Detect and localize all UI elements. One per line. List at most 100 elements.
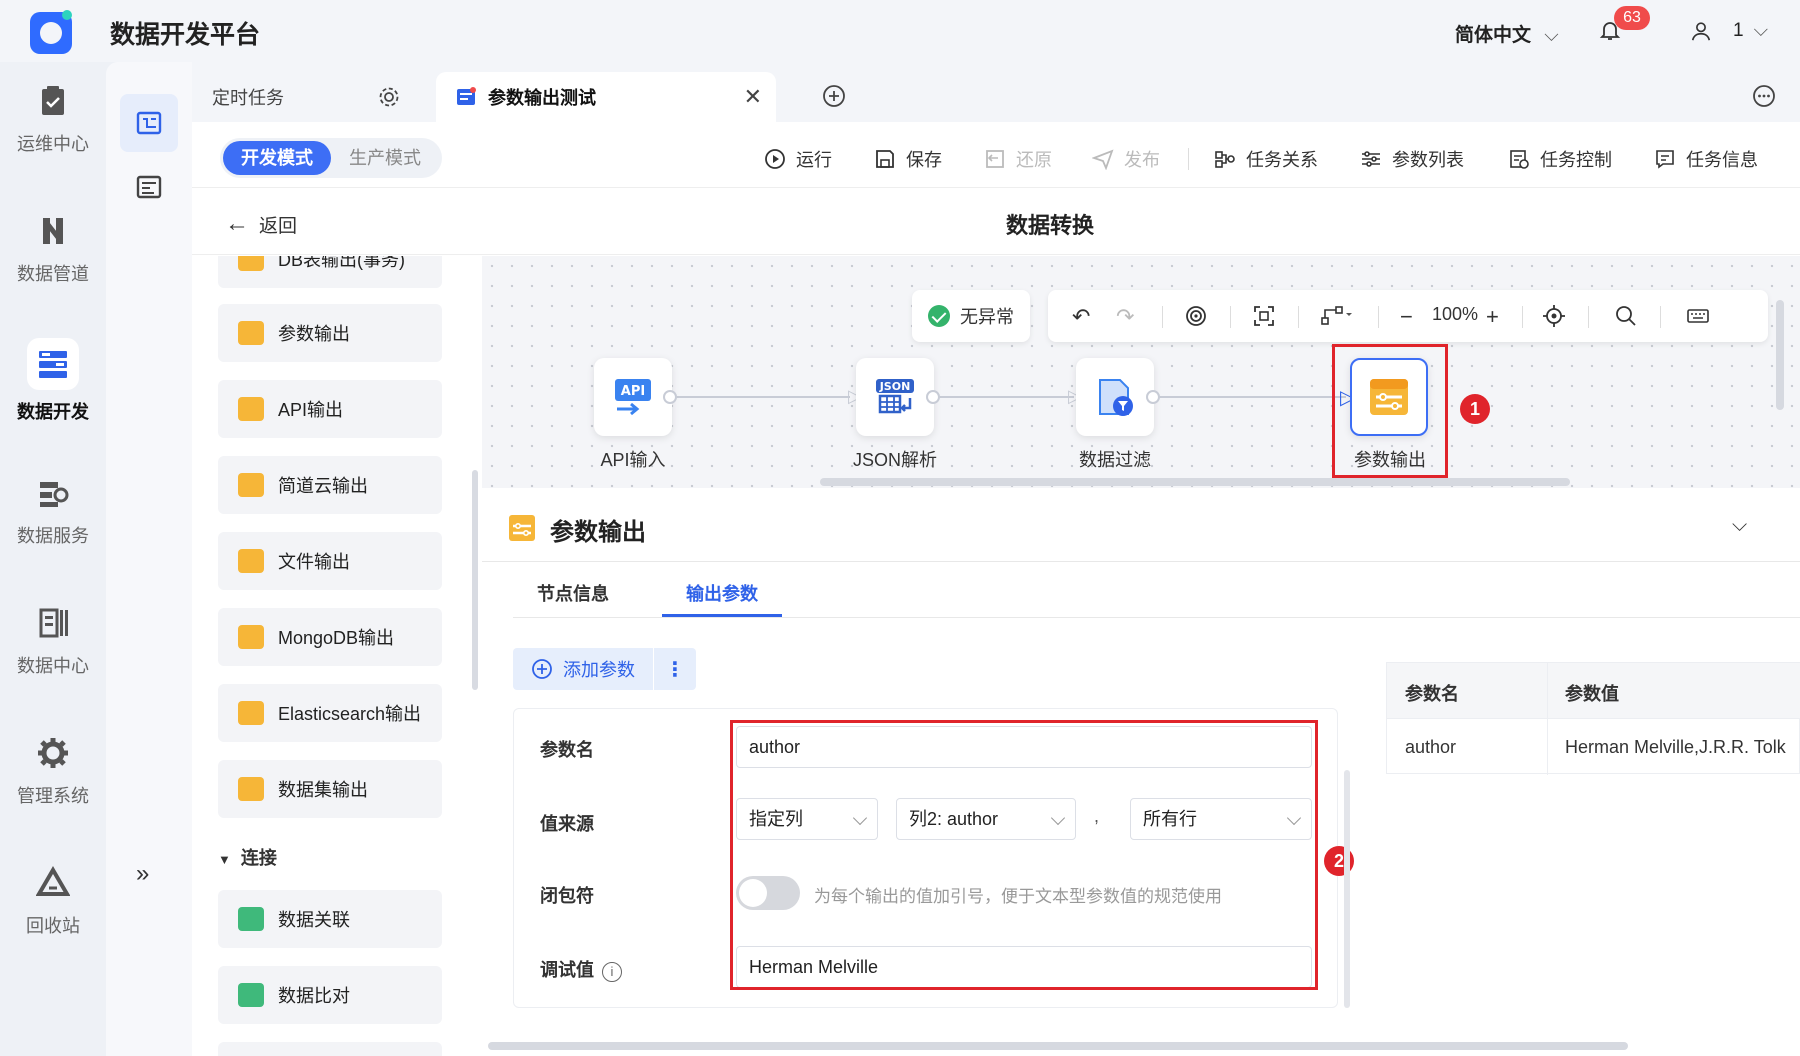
- save-button[interactable]: 保存: [874, 146, 942, 172]
- layout-icon[interactable]: [1320, 304, 1354, 328]
- restore-button[interactable]: 还原: [984, 146, 1052, 172]
- gear-icon: [38, 738, 68, 768]
- nav-item-service[interactable]: 数据服务: [0, 476, 106, 548]
- panel-header: [482, 490, 1800, 562]
- palette-item-data-join[interactable]: 数据关联: [218, 890, 442, 948]
- locate-icon[interactable]: [1542, 304, 1566, 328]
- task-control-button[interactable]: 任务控制: [1508, 146, 1612, 172]
- palette-item-file-output[interactable]: 文件输出: [218, 532, 442, 590]
- canvas-horizontal-scrollbar[interactable]: [820, 478, 1570, 486]
- nav-label: 回收站: [26, 916, 80, 936]
- section-label: 连接: [240, 848, 277, 868]
- nav-item-admin[interactable]: 管理系统: [0, 736, 106, 808]
- flow-node-data-filter[interactable]: [1076, 358, 1154, 436]
- script-view-button[interactable]: [120, 158, 178, 216]
- more-options-button[interactable]: ⋮: [654, 657, 696, 682]
- panel-title: 参数输出: [550, 519, 646, 546]
- tab-scheduled[interactable]: 定时任务: [192, 72, 412, 122]
- output-port[interactable]: [1146, 390, 1160, 404]
- arrow-left-icon: ←: [225, 210, 249, 237]
- expand-sidebar-button[interactable]: »: [136, 860, 149, 888]
- zoom-out-icon[interactable]: −: [1400, 304, 1413, 330]
- palette-item-db-output[interactable]: DB表输出(事务): [218, 256, 442, 288]
- edge: [670, 396, 850, 398]
- nav-item-datacenter[interactable]: 数据中心: [0, 606, 106, 678]
- user-menu[interactable]: 1 ⌵: [1733, 20, 1768, 42]
- nav-item-dev[interactable]: 数据开发: [0, 338, 106, 424]
- param-output-icon: [238, 321, 264, 345]
- flow-node-json-parse[interactable]: JSON: [856, 358, 934, 436]
- zoom-in-icon[interactable]: +: [1486, 304, 1499, 330]
- panel-horizontal-scrollbar[interactable]: [488, 1042, 1628, 1050]
- palette-item-dataset-output[interactable]: 数据集输出: [218, 760, 442, 818]
- relations-label: 任务关系: [1246, 150, 1318, 170]
- run-button[interactable]: 运行: [764, 146, 832, 172]
- add-param-button[interactable]: 添加参数: [513, 648, 654, 690]
- data-compare-icon: [238, 983, 264, 1007]
- back-button[interactable]: ← 返回: [225, 210, 297, 238]
- gear-icon[interactable]: [378, 86, 400, 108]
- form-scrollbar[interactable]: [1344, 770, 1350, 1008]
- undo-icon[interactable]: ↶: [1072, 304, 1090, 330]
- collapse-chevron-icon[interactable]: ⌵: [1732, 514, 1747, 537]
- output-port[interactable]: [926, 390, 940, 404]
- edge: [1156, 396, 1346, 398]
- secondary-sidebar: »: [106, 62, 192, 1056]
- restore-label: 还原: [1016, 150, 1052, 170]
- column-header: 参数值: [1565, 684, 1619, 704]
- publish-button[interactable]: 发布: [1092, 146, 1160, 172]
- nav-item-recycle[interactable]: 回收站: [0, 866, 106, 938]
- palette-item-mongodb-output[interactable]: MongoDB输出: [218, 608, 442, 666]
- palette-item-param-output[interactable]: 参数输出: [218, 304, 442, 362]
- param-output-icon: [509, 515, 535, 541]
- workflow-icon: [136, 111, 162, 135]
- fit-view-icon[interactable]: [1252, 304, 1276, 328]
- tab-node-info[interactable]: 节点信息: [537, 580, 609, 606]
- debug-value-label-group: 调试值 i: [540, 956, 622, 982]
- dev-icon: [39, 351, 67, 378]
- divider: [1522, 306, 1523, 328]
- tab-param-output-test[interactable]: 参数输出测试 ✕: [436, 72, 776, 122]
- nav-item-ops[interactable]: 运维中心: [0, 84, 106, 156]
- palette-item-next[interactable]: [218, 1042, 442, 1056]
- palette-scrollbar[interactable]: [472, 470, 478, 690]
- palette-label: API输出: [278, 400, 344, 420]
- task-info-label: 任务信息: [1686, 150, 1758, 170]
- more-icon[interactable]: [1752, 84, 1776, 108]
- tab-output-params[interactable]: 输出参数: [686, 580, 758, 606]
- validation-status[interactable]: 无异常: [912, 290, 1030, 342]
- param-list-button[interactable]: 参数列表: [1360, 146, 1464, 172]
- flow-node-api-input[interactable]: API: [594, 358, 672, 436]
- param-preview-table: 参数名 参数值 author Herman Melville,J.R.R. To…: [1386, 662, 1800, 775]
- node-label: 数据过滤: [1079, 450, 1151, 470]
- dev-mode-button[interactable]: 开发模式: [223, 141, 331, 175]
- task-relations-button[interactable]: 任务关系: [1214, 146, 1318, 172]
- keyboard-icon[interactable]: [1686, 304, 1710, 328]
- user-icon[interactable]: [1690, 20, 1712, 42]
- workflow-view-button[interactable]: [120, 94, 178, 152]
- redo-icon[interactable]: ↷: [1116, 304, 1134, 330]
- palette-section-connect[interactable]: ▼ 连接: [218, 844, 277, 870]
- mode-switch[interactable]: 开发模式 生产模式: [220, 138, 442, 178]
- palette-item-jdy-output[interactable]: 简道云输出: [218, 456, 442, 514]
- search-icon[interactable]: [1614, 304, 1638, 328]
- close-icon[interactable]: ✕: [744, 84, 762, 110]
- language-selector[interactable]: 简体中文 ⌵: [1455, 20, 1559, 47]
- control-icon: [1510, 150, 1529, 169]
- palette-item-api-output[interactable]: API输出: [218, 380, 442, 438]
- add-tab-icon[interactable]: [822, 84, 846, 108]
- palette-item-es-output[interactable]: Elasticsearch输出: [218, 684, 442, 742]
- prod-mode-button[interactable]: 生产模式: [331, 141, 439, 175]
- zoom-level: 100%: [1432, 304, 1479, 324]
- value-source-label: 值来源: [540, 814, 594, 834]
- palette-label: 数据比对: [278, 986, 350, 1006]
- canvas-vertical-scrollbar[interactable]: [1776, 300, 1784, 410]
- palette-item-data-compare[interactable]: 数据比对: [218, 966, 442, 1024]
- palette-label: 数据集输出: [278, 780, 368, 800]
- task-info-button[interactable]: 任务信息: [1654, 146, 1758, 172]
- info-icon[interactable]: i: [602, 962, 622, 982]
- radar-icon[interactable]: [1184, 304, 1208, 328]
- output-port[interactable]: [663, 390, 677, 404]
- list-icon: [136, 175, 162, 199]
- nav-item-pipeline[interactable]: 数据管道: [0, 214, 106, 286]
